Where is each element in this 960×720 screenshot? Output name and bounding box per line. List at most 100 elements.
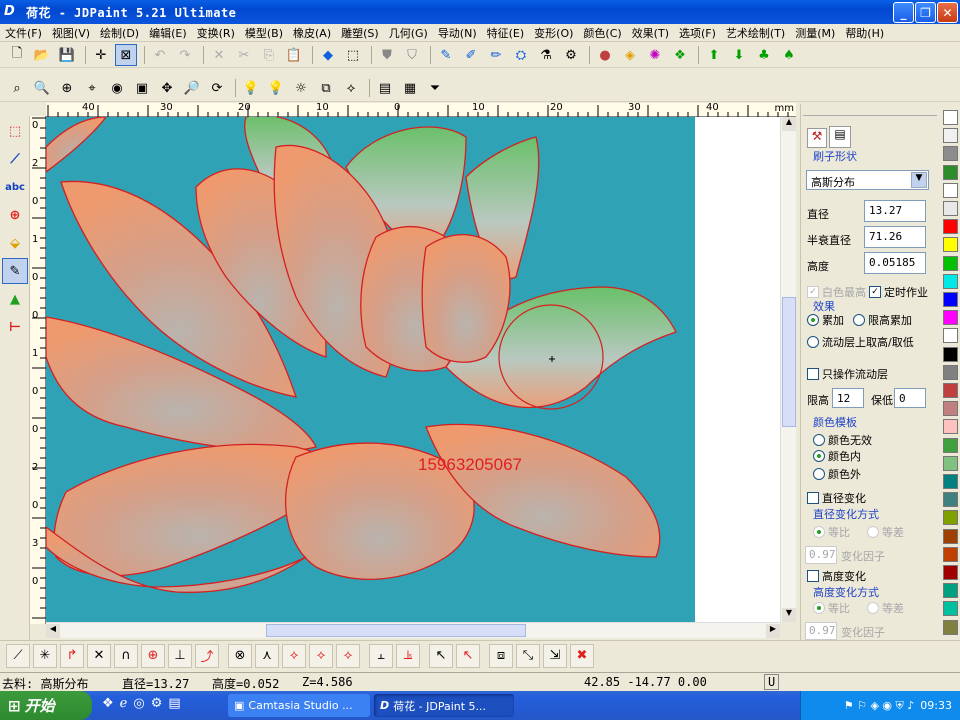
refresh-icon[interactable]: ⟳ xyxy=(206,77,228,99)
transform-2-icon[interactable]: ⤡ xyxy=(516,643,540,668)
height-equal-ratio-radio[interactable]: 等比 xyxy=(813,600,850,616)
open-folder-icon[interactable]: 📂 xyxy=(31,44,53,66)
height-factor-input[interactable]: 0.97 xyxy=(805,622,837,640)
start-button[interactable]: ⊞ 开始 xyxy=(0,691,92,720)
panel-tab-tools-icon[interactable]: ⚒ xyxy=(807,128,827,148)
grid-icon[interactable]: ▦ xyxy=(399,77,421,99)
tray-icons[interactable]: ⚑ ⚐ ◈ ◉ ⛨ ♪ xyxy=(844,699,915,713)
dia-factor-input[interactable]: 0.97 xyxy=(805,546,837,564)
shield-alt-icon[interactable]: ⛉ xyxy=(401,44,423,66)
sculpt-tool-2-icon[interactable]: ✐ xyxy=(460,44,482,66)
pointer-1-icon[interactable]: ↖ xyxy=(429,643,453,668)
sculpt-tool-3-icon[interactable]: ✏ xyxy=(485,44,507,66)
close-button[interactable]: ✕ xyxy=(937,2,958,23)
palette-swatch[interactable] xyxy=(943,546,958,562)
palette-swatch[interactable] xyxy=(943,401,958,417)
only-flow-checkbox[interactable]: 只操作流动层 xyxy=(807,366,888,382)
menu-item-13[interactable]: 效果(T) xyxy=(627,25,674,41)
curve-icon[interactable]: ⟡ xyxy=(340,77,362,99)
palette-swatch[interactable] xyxy=(943,201,958,216)
cancel-red-x-icon[interactable]: ✖ xyxy=(570,643,594,668)
measure-tool-icon[interactable]: ⊢ xyxy=(2,314,28,340)
delete-icon[interactable]: ✕ xyxy=(208,44,230,66)
palette-swatch[interactable] xyxy=(943,110,958,125)
menu-item-6[interactable]: 橡皮(A) xyxy=(288,25,336,41)
pointer-2-icon[interactable]: ↖ xyxy=(456,643,480,668)
menu-item-4[interactable]: 变换(R) xyxy=(192,25,240,41)
snap-icon[interactable]: ⋏ xyxy=(255,643,279,668)
brush-shape-select[interactable]: 高斯分布 ▼ xyxy=(806,170,929,190)
color-tool-3-icon[interactable]: ✺ xyxy=(644,44,666,66)
effect-flow-radio[interactable]: 流动层上取高/取低 xyxy=(807,334,914,350)
minimize-button[interactable]: _ xyxy=(893,2,914,23)
menu-item-3[interactable]: 编辑(E) xyxy=(144,25,192,41)
art-tool-3-icon[interactable]: ♣ xyxy=(753,44,775,66)
palette-swatch[interactable] xyxy=(943,237,958,253)
palette-swatch[interactable] xyxy=(943,383,958,398)
menu-item-10[interactable]: 特征(E) xyxy=(482,25,530,41)
sculpt-tool-4-icon[interactable]: ⛭ xyxy=(510,44,532,66)
redo-icon[interactable]: ↷ xyxy=(174,44,196,66)
menu-item-16[interactable]: 测量(M) xyxy=(790,25,840,41)
arc-tool-icon[interactable]: ∩ xyxy=(114,643,138,668)
art-tool-4-icon[interactable]: ♠ xyxy=(778,44,800,66)
light-yellow-icon[interactable]: 💡 xyxy=(265,77,287,99)
cube-icon[interactable]: ◆ xyxy=(317,44,339,66)
color-out-radio[interactable]: 颜色外 xyxy=(813,466,861,482)
palette-swatch[interactable] xyxy=(943,492,958,508)
palette-swatch[interactable] xyxy=(943,619,958,635)
menu-item-14[interactable]: 选项(F) xyxy=(674,25,721,41)
palette-swatch[interactable] xyxy=(943,364,958,380)
vertical-scrollbar[interactable]: ▲ ▼ xyxy=(780,117,796,622)
palette-swatch[interactable] xyxy=(943,182,958,198)
save-icon[interactable]: 💾 xyxy=(56,44,78,66)
palette-swatch[interactable] xyxy=(943,601,958,617)
circle-tool-icon[interactable]: ⊕ xyxy=(2,202,28,228)
box-view-icon[interactable]: ⬚ xyxy=(342,44,364,66)
diamond-1-icon[interactable]: ⟡ xyxy=(282,643,306,668)
dia-equal-ratio-radio[interactable]: 等比 xyxy=(813,524,850,540)
palette-swatch[interactable] xyxy=(943,419,958,435)
tangent-icon[interactable]: ⤴ xyxy=(195,643,219,668)
crosshair-icon[interactable]: ✛ xyxy=(90,44,112,66)
zoom-all-icon[interactable]: 🔍 xyxy=(31,77,53,99)
color-tool-4-icon[interactable]: ❖ xyxy=(669,44,691,66)
pan-icon[interactable]: ✥ xyxy=(156,77,178,99)
palette-swatch[interactable] xyxy=(943,437,958,453)
line-tool-icon[interactable]: ⟋ xyxy=(6,643,30,668)
palette-swatch[interactable] xyxy=(943,528,958,544)
palette-swatch[interactable] xyxy=(943,255,958,271)
limit-high-input[interactable]: 12 xyxy=(832,388,864,408)
palette-swatch[interactable] xyxy=(943,455,958,471)
menu-item-2[interactable]: 绘制(D) xyxy=(95,25,144,41)
zoom-icon[interactable]: 🔎 xyxy=(181,77,203,99)
palette-swatch[interactable] xyxy=(943,474,958,489)
menu-item-11[interactable]: 变形(O) xyxy=(529,25,578,41)
menu-item-1[interactable]: 视图(V) xyxy=(47,25,95,41)
undo-icon[interactable]: ↶ xyxy=(149,44,171,66)
layers-icon[interactable]: ⧉ xyxy=(315,77,337,99)
effect-add-radio[interactable]: 累加 xyxy=(807,312,844,328)
keep-low-input[interactable]: 0 xyxy=(894,388,926,408)
view-eye-icon[interactable]: ◉ xyxy=(106,77,128,99)
copy-icon[interactable]: ⎘ xyxy=(258,44,280,66)
timed-job-checkbox[interactable]: ✓ 定时作业 xyxy=(869,284,928,300)
book-icon[interactable]: ▤ xyxy=(374,77,396,99)
paste-icon[interactable]: 📋 xyxy=(283,44,305,66)
palette-swatch[interactable] xyxy=(943,292,958,307)
zoom-in-icon[interactable]: ⊕ xyxy=(56,77,78,99)
zoom-window-icon[interactable]: ⌕ xyxy=(6,77,28,99)
dia-change-checkbox[interactable]: 直径变化 xyxy=(807,490,866,506)
color-tool-2-icon[interactable]: ◈ xyxy=(619,44,641,66)
sculpt-tool-1-icon[interactable]: ✎ xyxy=(435,44,457,66)
diamond-3-icon[interactable]: ⟡ xyxy=(336,643,360,668)
art-tool-1-icon[interactable]: ⬆ xyxy=(703,44,725,66)
color-in-radio[interactable]: 颜色内 xyxy=(813,448,861,464)
art-tool-2-icon[interactable]: ⬇ xyxy=(728,44,750,66)
quicklaunch-3-icon[interactable]: ◎ xyxy=(133,696,144,711)
light-green-icon[interactable]: 💡 xyxy=(240,77,262,99)
task-camtasia[interactable]: ▣ Camtasia Studio ... xyxy=(228,694,370,717)
perpendicular-icon[interactable]: ⊥ xyxy=(168,643,192,668)
brush-tool-icon[interactable]: ✎ xyxy=(2,258,28,284)
menu-item-5[interactable]: 模型(B) xyxy=(240,25,288,41)
